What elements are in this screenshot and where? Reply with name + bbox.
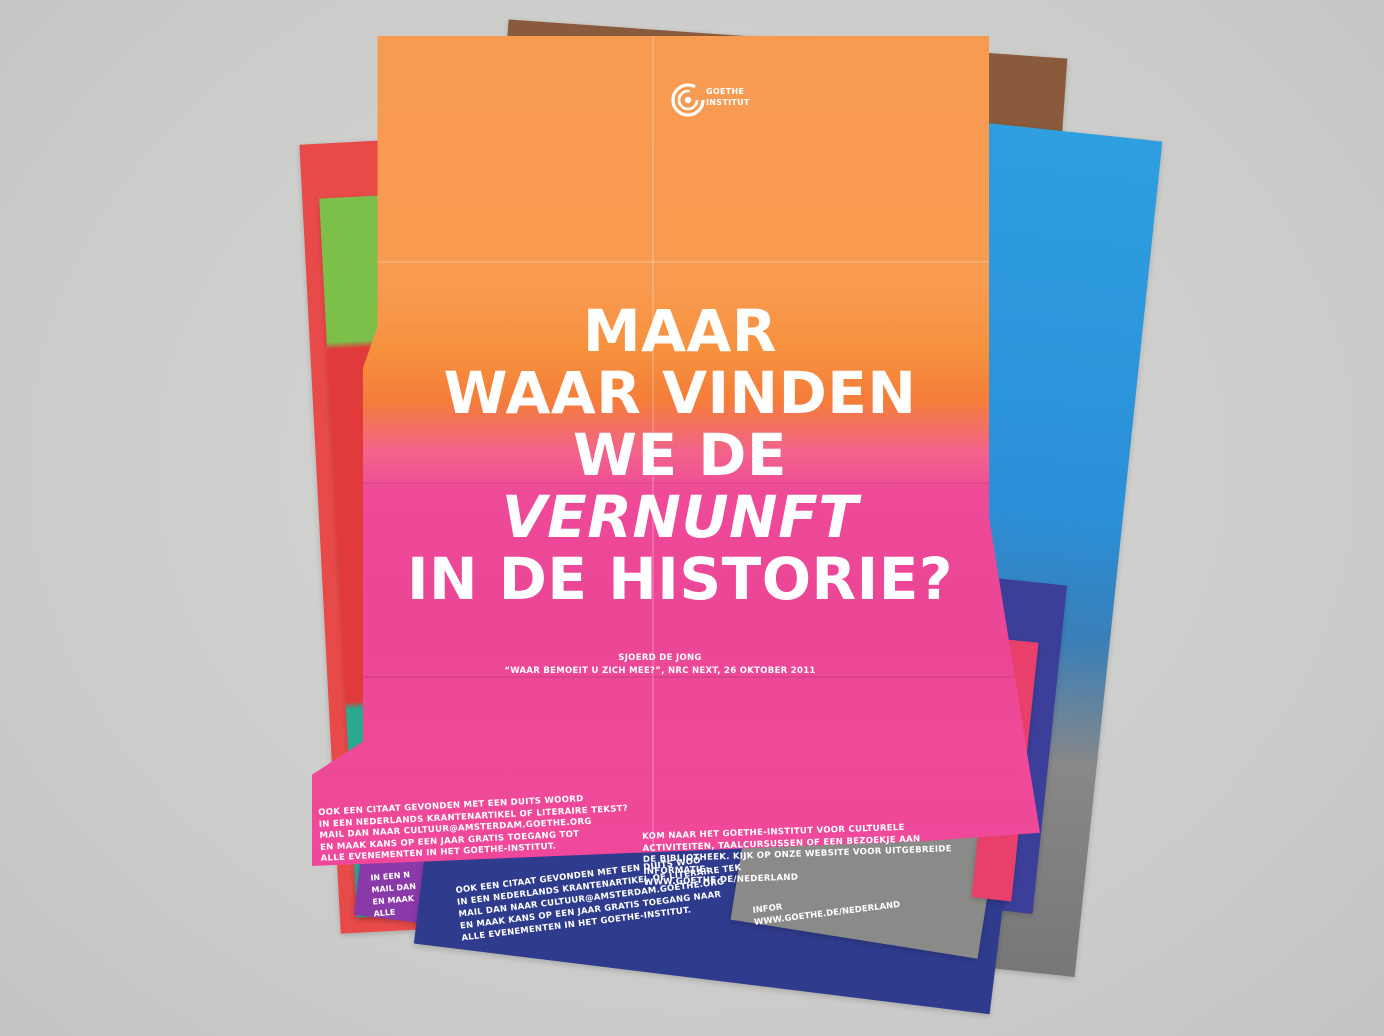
photo-background: IN EEN N MAIL DAN EN MAAK ALLE OOK EEN C… bbox=[0, 0, 1384, 1036]
purple-poster-footer: IN EEN N MAIL DAN EN MAAK ALLE bbox=[370, 870, 417, 919]
quote-attribution: SJOERD DE JONG “WAAR BEMOEIT U ZICH MEE?… bbox=[480, 652, 840, 678]
attribution-author: SJOERD DE JONG bbox=[618, 653, 702, 663]
logo-wordmark: GOETHE INSTITUT bbox=[706, 87, 750, 107]
fold-line bbox=[312, 261, 1040, 263]
headline-line: WAAR VINDEN bbox=[443, 359, 917, 427]
headline: MAAR WAAR VINDEN WE DE VERNUNFT IN DE HI… bbox=[380, 300, 980, 610]
headline-line: WE DE bbox=[572, 421, 788, 489]
attribution-source: “WAAR BEMOEIT U ZICH MEE?”, NRC NEXT, 26… bbox=[504, 666, 816, 676]
headline-line: MAAR bbox=[582, 297, 778, 365]
headline-line: IN DE HISTORIE? bbox=[406, 545, 954, 613]
poster-footer-right: KOM NAAR HET GOETHE-INSTITUT VOOR CULTUR… bbox=[642, 820, 974, 889]
headline-line-italic: VERNUNFT bbox=[501, 483, 859, 551]
